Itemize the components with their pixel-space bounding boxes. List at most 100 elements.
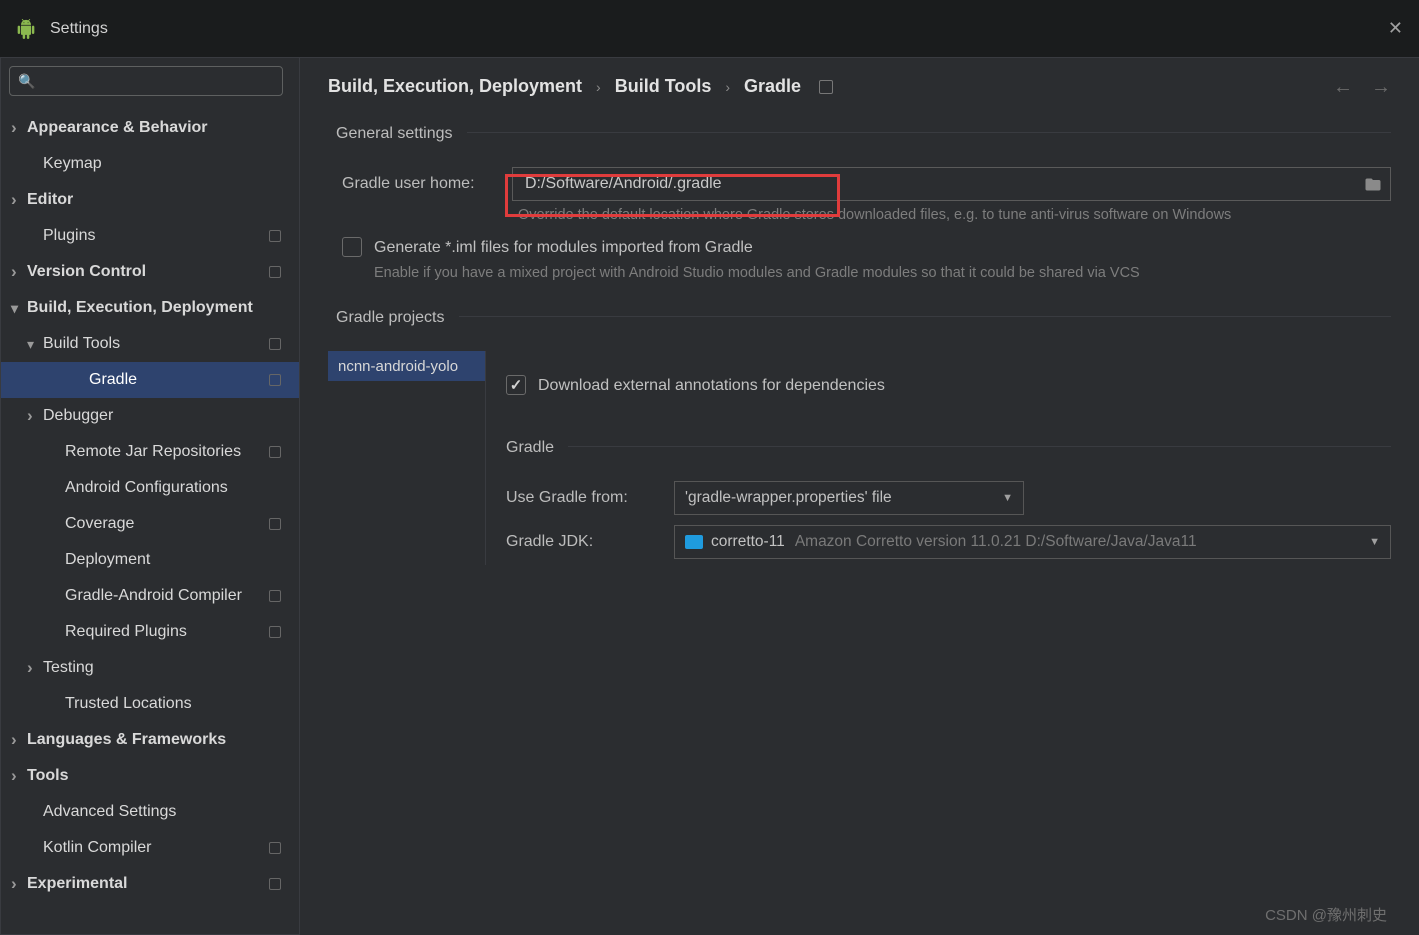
chevron-right-icon [11,766,25,786]
sidebar-item-remote-jar-repositories[interactable]: Remote Jar Repositories [1,434,299,470]
download-annotations-label: Download external annotations for depend… [538,375,885,397]
nav-arrows: ← → [1333,76,1391,99]
chevron-down-icon: ▼ [1002,492,1013,504]
sidebar-item-label: Editor [27,191,73,209]
chevron-down-icon [11,300,25,317]
gradle-user-home-input-wrap [512,167,1391,201]
project-indicator-icon [269,590,281,602]
gradle-user-home-input[interactable] [512,167,1391,201]
sidebar-item-gradle[interactable]: Gradle [1,362,299,398]
sidebar-item-build-tools[interactable]: Build Tools [1,326,299,362]
project-item[interactable]: ncnn-android-yolo [328,351,485,381]
sidebar-item-label: Languages & Frameworks [27,731,226,749]
section-divider [568,446,1391,447]
chevron-right-icon: › [596,79,601,95]
sidebar-item-advanced-settings[interactable]: Advanced Settings [1,794,299,830]
projects-detail: Download external annotations for depend… [486,351,1391,565]
sidebar: 🔍 Appearance & Behavior Keymap Editor Plugi… [0,58,300,935]
chevron-right-icon [11,874,25,894]
sidebar-item-kotlin-compiler[interactable]: Kotlin Compiler [1,830,299,866]
project-indicator-icon [269,842,281,854]
project-indicator-icon [269,626,281,638]
generate-iml-checkbox[interactable] [342,237,362,257]
use-gradle-from-row: Use Gradle from: 'gradle-wrapper.propert… [506,481,1391,515]
sidebar-item-tools[interactable]: Tools [1,758,299,794]
reset-icon[interactable] [819,80,833,94]
project-indicator-icon [269,230,281,242]
gradle-jdk-dropdown[interactable]: corretto-11 Amazon Corretto version 11.0… [674,525,1391,559]
sidebar-item-label: Debugger [43,407,113,425]
sidebar-item-label: Deployment [65,551,150,569]
sidebar-item-plugins[interactable]: Plugins [1,218,299,254]
breadcrumb-item: Gradle [744,76,801,97]
sidebar-item-label: Experimental [27,875,127,893]
breadcrumb-item[interactable]: Build, Execution, Deployment [328,76,582,97]
use-gradle-from-dropdown[interactable]: 'gradle-wrapper.properties' file ▼ [674,481,1024,515]
sidebar-item-label: Keymap [43,155,102,173]
titlebar: Settings ✕ [0,0,1419,58]
sidebar-item-trusted-locations[interactable]: Trusted Locations [1,686,299,722]
close-icon[interactable]: ✕ [1388,18,1403,39]
content: Build, Execution, Deployment › Build Too… [300,58,1419,935]
project-indicator-icon [269,878,281,890]
chevron-right-icon [11,118,25,138]
download-annotations-checkbox[interactable] [506,375,526,395]
sidebar-item-android-configurations[interactable]: Android Configurations [1,470,299,506]
use-gradle-from-value: 'gradle-wrapper.properties' file [685,489,892,507]
breadcrumb-item[interactable]: Build Tools [615,76,712,97]
section-title-general: General settings [336,125,453,143]
use-gradle-from-label: Use Gradle from: [506,489,664,507]
sidebar-item-label: Advanced Settings [43,803,176,821]
sidebar-item-deployment[interactable]: Deployment [1,542,299,578]
watermark: CSDN @豫州刺史 [1265,904,1387,925]
sidebar-item-label: Version Control [27,263,146,281]
sidebar-item-coverage[interactable]: Coverage [1,506,299,542]
gradle-jdk-name: corretto-11 [711,533,785,551]
settings-tree: Appearance & Behavior Keymap Editor Plugins… [1,106,299,906]
sidebar-item-label: Testing [43,659,94,677]
nav-forward-icon[interactable]: → [1371,76,1391,99]
project-indicator-icon [269,338,281,350]
project-indicator-icon [269,518,281,530]
window-title: Settings [50,20,108,38]
project-indicator-icon [269,266,281,278]
nav-back-icon[interactable]: ← [1333,76,1353,99]
projects-list: ncnn-android-yolo [328,351,486,565]
sidebar-item-gradle-android-compiler[interactable]: Gradle-Android Compiler [1,578,299,614]
sidebar-item-keymap[interactable]: Keymap [1,146,299,182]
sidebar-item-label: Kotlin Compiler [43,839,151,857]
sidebar-item-label: Build, Execution, Deployment [27,299,253,317]
sidebar-item-label: Appearance & Behavior [27,119,208,137]
sidebar-item-version-control[interactable]: Version Control [1,254,299,290]
chevron-down-icon: ▼ [1369,536,1380,548]
breadcrumb: Build, Execution, Deployment › Build Too… [328,76,1391,97]
android-logo-icon [16,19,36,39]
generate-iml-hint: Enable if you have a mixed project with … [374,265,1391,281]
sidebar-item-appearance-behavior[interactable]: Appearance & Behavior [1,110,299,146]
chevron-right-icon [27,658,41,678]
gradle-user-home-hint: Override the default location where Grad… [518,207,1391,223]
section-title-gradle-sub: Gradle [506,439,554,457]
sidebar-item-debugger[interactable]: Debugger [1,398,299,434]
sidebar-item-label: Build Tools [43,335,120,353]
sidebar-item-editor[interactable]: Editor [1,182,299,218]
project-indicator-icon [269,446,281,458]
sidebar-item-languages-frameworks[interactable]: Languages & Frameworks [1,722,299,758]
section-projects-head: Gradle projects [328,291,1391,341]
sidebar-item-label: Android Configurations [65,479,228,497]
sidebar-item-experimental[interactable]: Experimental [1,866,299,902]
sidebar-item-required-plugins[interactable]: Required Plugins [1,614,299,650]
search-wrap: 🔍 [9,66,289,96]
chevron-right-icon [11,262,25,282]
sidebar-item-label: Coverage [65,515,134,533]
section-general-head: General settings [328,107,1391,157]
gradle-jdk-row: Gradle JDK: corretto-11 Amazon Corretto … [506,525,1391,559]
browse-folder-icon[interactable] [1364,175,1382,196]
chevron-right-icon [11,190,25,210]
gradle-jdk-label: Gradle JDK: [506,533,664,551]
sidebar-item-testing[interactable]: Testing [1,650,299,686]
search-input[interactable] [9,66,283,96]
jdk-folder-icon [685,535,703,549]
sidebar-item-build-execution-deployment[interactable]: Build, Execution, Deployment [1,290,299,326]
projects-area: ncnn-android-yolo Download external anno… [328,351,1391,565]
